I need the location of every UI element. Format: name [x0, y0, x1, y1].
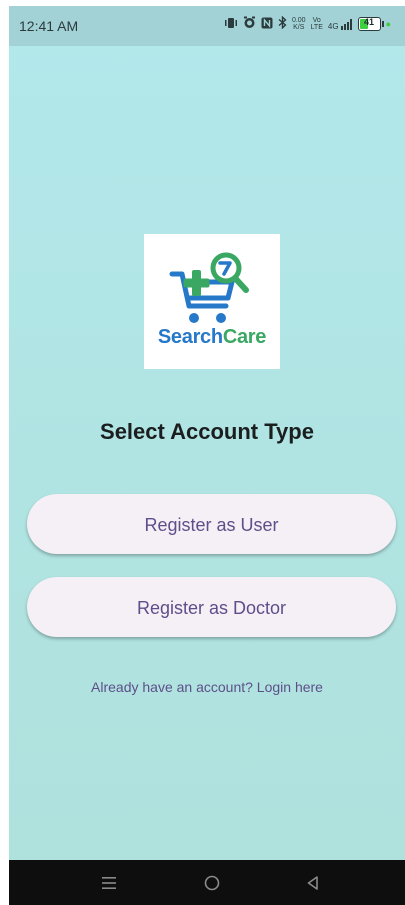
bluetooth-icon — [278, 15, 287, 32]
battery-level: 41 — [364, 17, 375, 27]
logo-wordmark: SearchCare — [144, 326, 280, 349]
register-doctor-button[interactable]: Register as Doctor — [27, 577, 396, 637]
volte-top: Vo — [312, 17, 321, 24]
signal-indicator: 4G — [327, 18, 353, 31]
logo-word-search: Search — [157, 326, 223, 348]
network-speed: 0.00 K/S — [292, 17, 306, 31]
status-time: 12:41 AM — [19, 18, 79, 34]
alarm-icon — [243, 16, 256, 32]
network-speed-value: 0.00 — [291, 17, 306, 24]
login-link[interactable]: Already have an account? Login here — [9, 679, 405, 695]
system-nav-bar — [9, 860, 405, 905]
network-type: 4G — [327, 21, 339, 31]
volte-bottom: LTE — [310, 24, 323, 31]
page-title: Select Account Type — [100, 419, 314, 444]
back-triangle-icon[interactable] — [283, 860, 343, 905]
battery-icon: 41 ● — [357, 17, 391, 31]
status-icons: 0.00 K/S Vo LTE 4G 41 ● — [224, 15, 391, 32]
menu-icon[interactable] — [79, 860, 139, 905]
vibrate-icon — [224, 17, 238, 32]
status-bar: 12:41 AM 0.00 K/S Vo LTE 4G 41 ● — [9, 6, 405, 46]
home-circle-icon[interactable] — [182, 860, 242, 905]
charging-icon: ● — [385, 19, 391, 29]
signal-icon — [340, 18, 352, 30]
logo-word-care: Care — [222, 326, 267, 348]
app-screen: 12:41 AM 0.00 K/S Vo LTE 4G 41 ● SearchC… — [9, 6, 405, 905]
cart-search-logo-icon — [169, 252, 249, 323]
nfc-icon — [261, 17, 273, 32]
network-speed-unit: K/S — [293, 24, 305, 31]
volte-indicator: Vo LTE — [311, 17, 323, 31]
app-logo: SearchCare — [144, 234, 280, 369]
register-user-button[interactable]: Register as User — [27, 494, 396, 554]
